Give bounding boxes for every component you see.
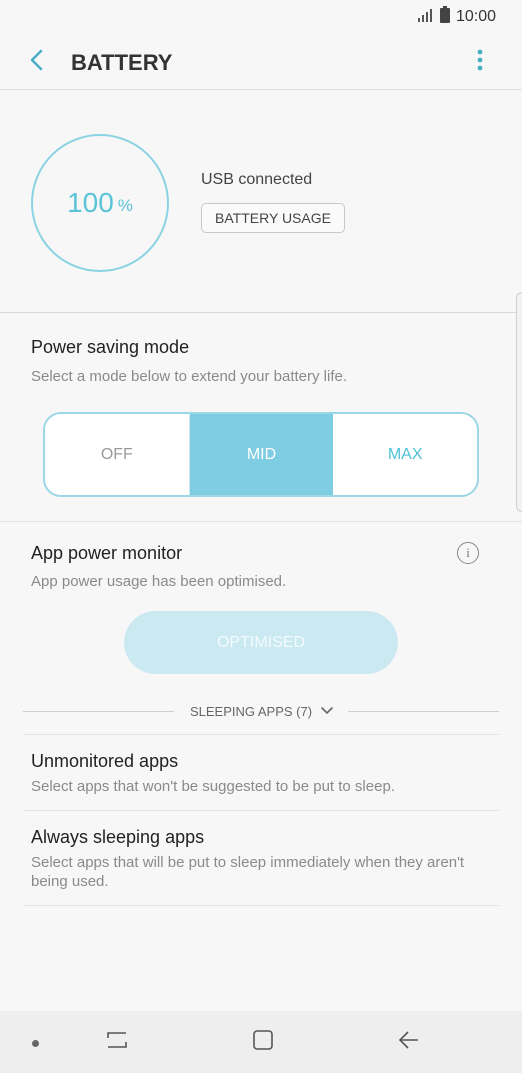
power-saving-title: Power saving mode	[31, 337, 190, 357]
battery-percentage-unit: %	[117, 196, 133, 215]
back-arrow-icon	[398, 1030, 420, 1054]
back-nav-button[interactable]	[391, 1027, 427, 1057]
app-power-monitor-subtitle: App power usage has been optimised.	[31, 573, 287, 590]
battery-icon	[439, 6, 450, 28]
nav-hide-dot[interactable]	[32, 1040, 39, 1047]
optimised-button: OPTIMISED	[124, 611, 398, 674]
power-saving-subtitle: Select a mode below to extend your batte…	[31, 368, 348, 385]
signal-icon	[417, 8, 434, 27]
chevron-down-icon	[320, 704, 334, 718]
recents-button[interactable]	[99, 1027, 135, 1057]
list-item-title: Unmonitored apps	[31, 751, 179, 771]
status-bar: 10:00	[0, 0, 522, 34]
sleeping-apps-label: SLEEPING APPS (7)	[189, 703, 313, 719]
list-item-always-sleeping-apps[interactable]: Always sleeping apps Select apps that wi…	[23, 810, 499, 906]
mode-mid-option[interactable]: MID	[189, 414, 334, 495]
list-item-title: Always sleeping apps	[31, 827, 205, 847]
more-options-button[interactable]	[464, 46, 496, 78]
mode-max-option[interactable]: MAX	[333, 414, 477, 495]
power-mode-selector: OFF MID MAX	[43, 412, 479, 497]
list-item-subtitle: Select apps that won't be suggested to b…	[31, 778, 395, 795]
back-arrow-icon	[29, 49, 43, 76]
more-vertical-icon	[477, 49, 483, 76]
battery-level-ring: 100 %	[31, 134, 169, 272]
list-item-unmonitored-apps[interactable]: Unmonitored apps Select apps that won't …	[23, 734, 499, 810]
battery-usage-button[interactable]: BATTERY USAGE	[201, 203, 345, 233]
app-power-monitor-title: App power monitor	[31, 543, 183, 563]
sleep-settings-list: Unmonitored apps Select apps that won't …	[23, 734, 499, 906]
list-item-subtitle: Select apps that will be put to sleep im…	[31, 854, 465, 890]
page-title: BATTERY	[71, 50, 173, 75]
mode-off-option[interactable]: OFF	[45, 414, 190, 495]
battery-percentage: 100	[67, 187, 114, 218]
status-icons: 10:00	[417, 6, 496, 28]
power-saving-section: Power saving mode Select a mode below to…	[0, 313, 522, 522]
sleeping-apps-toggle[interactable]: SLEEPING APPS (7)	[23, 697, 500, 725]
home-icon	[252, 1029, 274, 1056]
info-icon[interactable]: i	[457, 542, 479, 564]
app-bar: BATTERY	[0, 34, 522, 90]
divider-line	[348, 710, 500, 712]
divider-line	[23, 710, 174, 712]
battery-summary: 100 % USB connected BATTERY USAGE	[0, 91, 522, 313]
recents-icon	[106, 1030, 128, 1055]
home-button[interactable]	[245, 1027, 281, 1057]
charging-status: USB connected	[201, 171, 313, 188]
back-button[interactable]	[20, 46, 52, 78]
navigation-bar	[0, 1011, 522, 1073]
status-time: 10:00	[455, 8, 496, 25]
